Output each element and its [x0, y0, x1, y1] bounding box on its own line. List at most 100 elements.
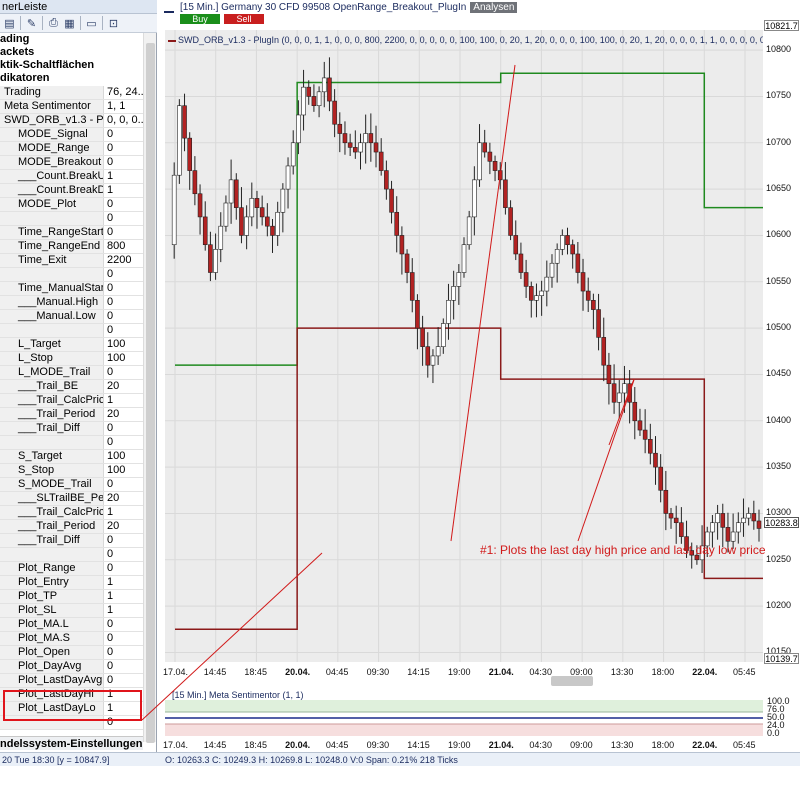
price-axis[interactable]: 10800 10750 10700 10650 10600 10550 10500 10450… [763, 30, 800, 662]
property-row[interactable]: MODE_Range 0 [0, 142, 143, 156]
property-row[interactable]: ___Manual.Low 0 [0, 310, 143, 324]
property-row[interactable]: 0 [0, 268, 143, 282]
property-row[interactable]: ___Trail_CalcPrice 1 [0, 394, 143, 408]
property-row[interactable]: ___Trail_Diff 0 [0, 534, 143, 548]
property-row[interactable]: Plot_LastDayAvg 0 [0, 674, 143, 688]
property-row[interactable]: Plot_SL 1 [0, 604, 143, 618]
property-row[interactable]: MODE_Plot 0 [0, 198, 143, 212]
property-value[interactable]: 1 [104, 576, 143, 589]
scrollbar-thumb[interactable] [146, 43, 155, 743]
property-row[interactable]: MODE_Signal 0 [0, 128, 143, 142]
property-value[interactable]: 0 [104, 478, 143, 491]
property-value[interactable]: 800 [104, 240, 143, 253]
property-row[interactable]: S_Target 100 [0, 450, 143, 464]
property-value[interactable]: 0 [104, 212, 143, 225]
property-value[interactable]: 0 [104, 128, 143, 141]
property-row[interactable]: 0 [0, 212, 143, 226]
property-value[interactable]: 0 [104, 296, 143, 309]
property-value[interactable]: 1 [104, 170, 143, 183]
property-value[interactable]: 0 [104, 310, 143, 323]
property-row[interactable]: Trading 76, 24... [0, 86, 143, 100]
property-value[interactable]: 0 [104, 268, 143, 281]
trading-icon[interactable]: ▤ [2, 16, 17, 31]
property-value[interactable]: 1 [104, 184, 143, 197]
buy-button[interactable]: Buy [180, 14, 220, 24]
panel-scrollbar[interactable] [143, 33, 156, 743]
property-row[interactable]: S_Stop 100 [0, 464, 143, 478]
property-value[interactable]: 0 [104, 156, 143, 169]
property-row[interactable]: L_Stop 100 [0, 352, 143, 366]
property-row[interactable]: ___Trail_CalcPrice 1 [0, 506, 143, 520]
property-row[interactable]: ___Trail_Period 20 [0, 520, 143, 534]
property-value[interactable]: 100 [104, 352, 143, 365]
property-row[interactable]: 0 [0, 436, 143, 450]
property-row[interactable]: 0 [0, 548, 143, 562]
property-row[interactable]: Plot_Entry 1 [0, 576, 143, 590]
property-value[interactable]: 20 [104, 520, 143, 533]
property-row[interactable]: ___SLTrailBE_Perc 20 [0, 492, 143, 506]
price-chart-area[interactable] [165, 30, 763, 662]
pin-icon[interactable]: ⊡ [106, 16, 121, 31]
property-row[interactable]: ___Trail_Diff 0 [0, 422, 143, 436]
property-value[interactable]: 20 [104, 492, 143, 505]
property-row[interactable]: Time_RangeStart 0 [0, 226, 143, 240]
chart-scrollbar-thumb[interactable] [551, 676, 593, 686]
sentiment-plot[interactable] [165, 700, 763, 736]
property-value[interactable]: 0 [104, 198, 143, 211]
property-value[interactable]: 100 [104, 338, 143, 351]
property-value[interactable]: 1 [104, 590, 143, 603]
panel-footer-section[interactable]: ndelssystem-Einstellungen [0, 736, 143, 750]
property-value[interactable]: 0 [104, 660, 143, 673]
section-header[interactable]: ading [0, 33, 143, 46]
property-row[interactable]: SWD_ORB_v1.3 - Plu...0, 0, 0... [0, 114, 143, 128]
config-icon[interactable]: ▦ [62, 16, 77, 31]
property-value[interactable]: 1 [104, 604, 143, 617]
property-row[interactable]: Plot_MA.L 0 [0, 618, 143, 632]
analysen-button[interactable]: Analysen [470, 2, 518, 13]
property-value[interactable]: 2200 [104, 254, 143, 267]
property-value[interactable]: 1, 1 [104, 100, 143, 113]
property-row[interactable]: L_Target 100 [0, 338, 143, 352]
property-value[interactable]: 0 [104, 674, 143, 687]
window-icon[interactable]: ▭ [84, 16, 99, 31]
property-row[interactable]: S_MODE_Trail 0 [0, 478, 143, 492]
property-value[interactable]: 0 [104, 142, 143, 155]
chart-icon[interactable]: ✎ [24, 16, 39, 31]
property-row[interactable]: Plot_MA.S 0 [0, 632, 143, 646]
property-value[interactable]: 0, 0, 0... [104, 114, 143, 127]
property-value[interactable]: 0 [104, 226, 143, 239]
section-header[interactable]: ktik-Schaltflächen [0, 59, 143, 72]
property-value[interactable]: 1 [104, 506, 143, 519]
property-row[interactable]: ___Manual.High 0 [0, 296, 143, 310]
property-value[interactable]: 0 [104, 534, 143, 547]
property-row[interactable]: Plot_Open 0 [0, 646, 143, 660]
property-value[interactable]: 76, 24... [104, 86, 143, 99]
property-value[interactable]: 0 [104, 618, 143, 631]
property-row[interactable]: Time_Exit 2200 [0, 254, 143, 268]
print-icon[interactable]: ⎙ [46, 16, 61, 31]
property-value[interactable]: 0 [104, 632, 143, 645]
property-row[interactable]: Plot_TP 1 [0, 590, 143, 604]
property-row[interactable]: Time_ManualStart 0 [0, 282, 143, 296]
property-row[interactable]: ___Count.BreakUp 1 [0, 170, 143, 184]
sell-button[interactable]: Sell [224, 14, 264, 24]
property-row[interactable]: ___Trail_Period 20 [0, 408, 143, 422]
property-value[interactable]: 0 [104, 422, 143, 435]
property-row[interactable]: Plot_Range 0 [0, 562, 143, 576]
property-row[interactable]: ___Count.BreakDn 1 [0, 184, 143, 198]
property-value[interactable]: 100 [104, 464, 143, 477]
property-value[interactable]: 0 [104, 366, 143, 379]
property-value[interactable]: 0 [104, 562, 143, 575]
section-header[interactable]: ackets [0, 46, 143, 59]
property-row[interactable]: MODE_Breakout 0 [0, 156, 143, 170]
property-value[interactable]: 20 [104, 380, 143, 393]
property-value[interactable]: 0 [104, 436, 143, 449]
property-row[interactable]: ___Trail_BE 20 [0, 380, 143, 394]
property-value[interactable]: 0 [104, 548, 143, 561]
property-row[interactable]: 0 [0, 324, 143, 338]
property-value[interactable]: 1 [104, 394, 143, 407]
property-row[interactable]: Time_RangeEnd 800 [0, 240, 143, 254]
property-value[interactable]: 0 [104, 324, 143, 337]
section-header[interactable]: dikatoren [0, 72, 143, 85]
property-row[interactable]: Plot_DayAvg 0 [0, 660, 143, 674]
